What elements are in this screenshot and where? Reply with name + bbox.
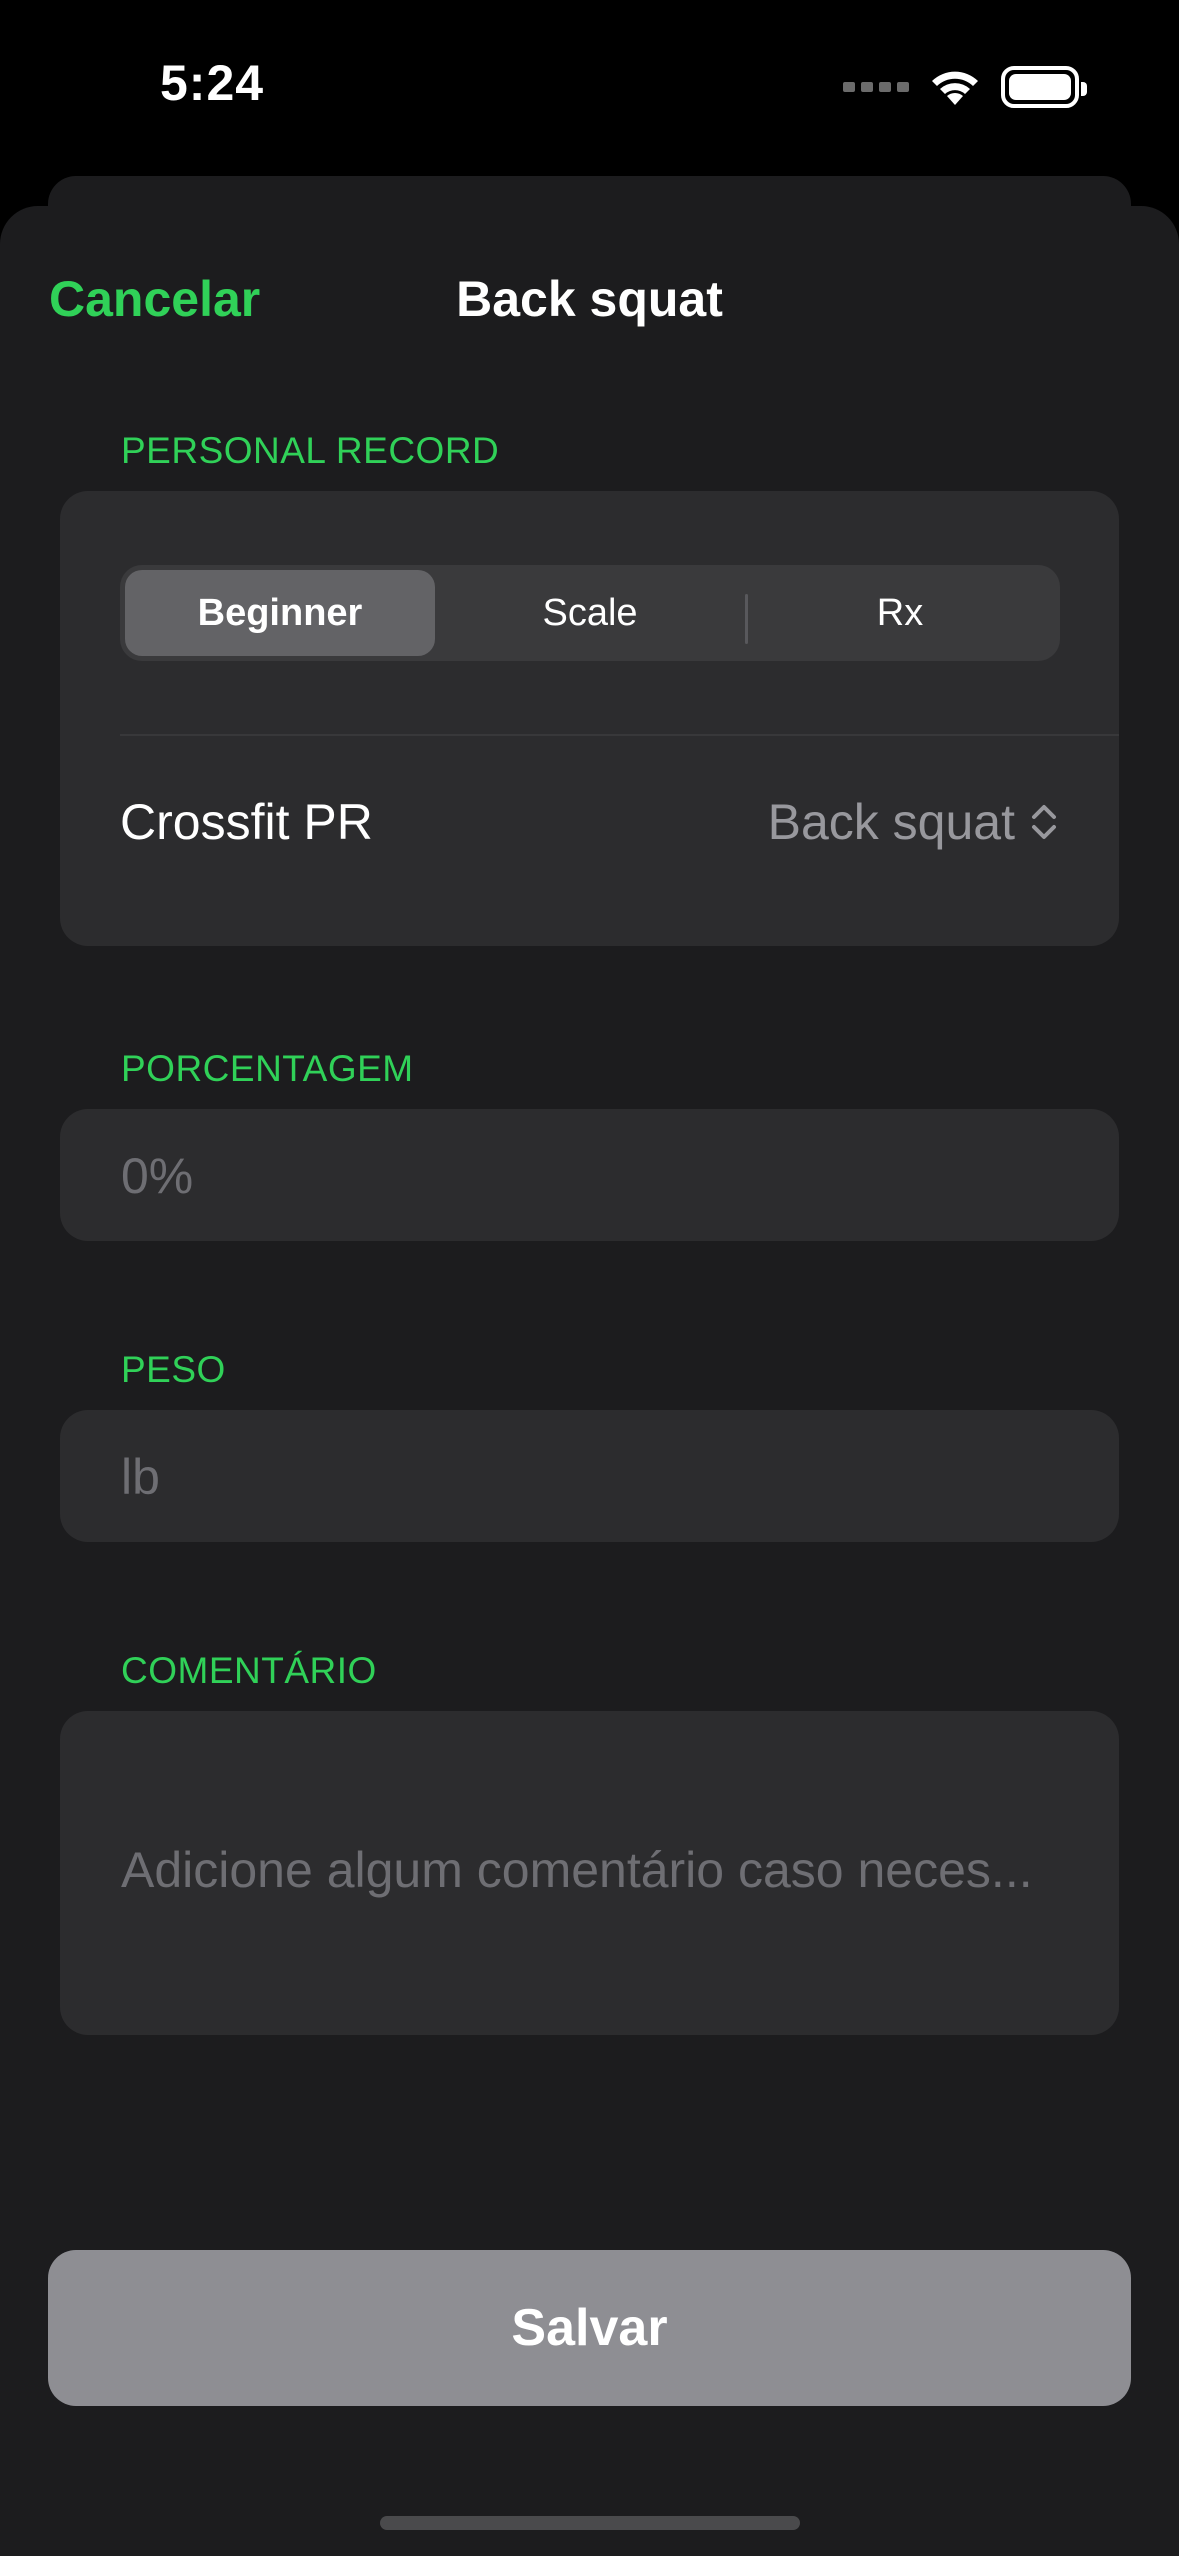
comment-field[interactable]: Adicione algum comentário caso neces... xyxy=(60,1711,1119,2035)
battery-icon xyxy=(1001,66,1087,108)
weight-header: PESO xyxy=(121,1349,226,1390)
crossfit-pr-picker[interactable]: Back squat xyxy=(768,793,1059,851)
crossfit-pr-label: Crossfit PR xyxy=(120,794,373,850)
crossfit-pr-value: Back squat xyxy=(767,794,1015,850)
screen: 5:24 Back squat Cancelar PERSONAL RECORD… xyxy=(0,0,1179,2556)
cellular-signal-icon xyxy=(843,82,909,92)
status-time: 5:24 xyxy=(160,55,265,111)
save-button[interactable]: Salvar xyxy=(48,2250,1131,2406)
percentage-header: PORCENTAGEM xyxy=(121,1048,414,1089)
segment-divider xyxy=(745,594,748,644)
home-indicator xyxy=(380,2516,800,2530)
level-segmented-control[interactable]: Beginner Scale Rx xyxy=(120,565,1060,661)
personal-record-header: PERSONAL RECORD xyxy=(121,430,500,471)
chevron-up-down-icon xyxy=(1032,805,1056,839)
segment-scale[interactable]: Scale xyxy=(435,570,745,656)
row-divider xyxy=(120,734,1119,736)
wifi-icon xyxy=(932,71,978,105)
segment-rx[interactable]: Rx xyxy=(745,570,1055,656)
comment-header: COMENTÁRIO xyxy=(121,1650,377,1691)
percentage-placeholder: 0% xyxy=(121,1148,194,1204)
comment-placeholder: Adicione algum comentário caso neces... xyxy=(121,1842,1033,1898)
weight-field[interactable]: lb xyxy=(60,1410,1119,1542)
cancel-button[interactable]: Cancelar xyxy=(49,270,260,328)
personal-record-group: Beginner Scale Rx Crossfit PR Back squat xyxy=(60,491,1119,946)
percentage-field[interactable]: 0% xyxy=(60,1109,1119,1241)
segment-rx-label: Rx xyxy=(876,591,924,634)
weight-placeholder: lb xyxy=(121,1449,160,1505)
modal-sheet: Back squat Cancelar PERSONAL RECORD Begi… xyxy=(0,206,1179,2556)
status-icons xyxy=(843,64,1087,110)
segment-beginner[interactable]: Beginner xyxy=(125,570,435,656)
